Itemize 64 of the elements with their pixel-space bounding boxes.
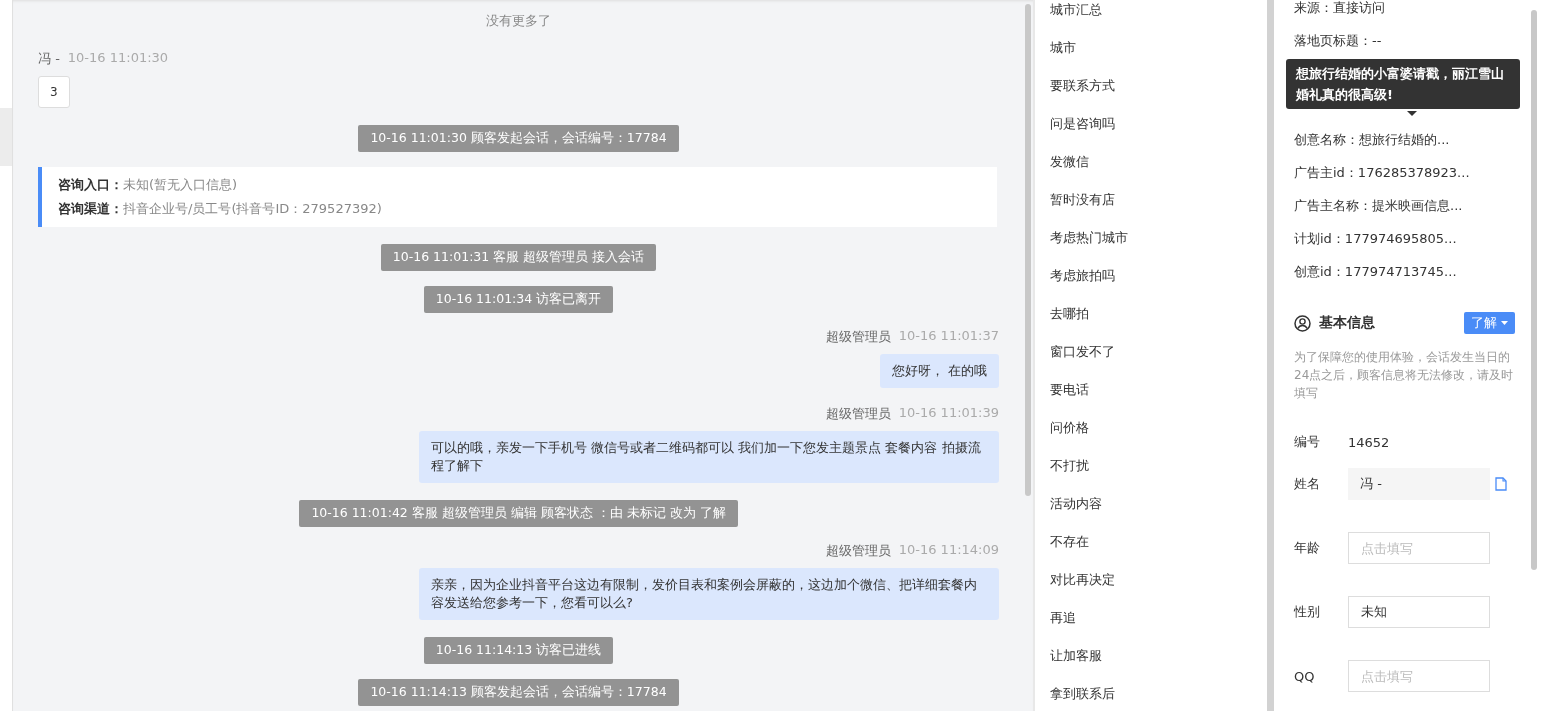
quick-reply-item[interactable]: 不打扰: [1035, 447, 1267, 485]
quick-reply-item[interactable]: 城市汇总: [1035, 0, 1267, 29]
quick-reply-item[interactable]: 窗口发不了: [1035, 333, 1267, 371]
quick-reply-item[interactable]: 城市: [1035, 29, 1267, 67]
quick-reply-item[interactable]: 问是咨询吗: [1035, 105, 1267, 143]
section-title: 基本信息: [1319, 314, 1376, 332]
quick-reply-item[interactable]: 要电话: [1035, 371, 1267, 409]
sender-name: 超级管理员: [825, 405, 891, 423]
system-message: 10-16 11:14:13 顾客发起会话，会话编号：17784: [358, 679, 679, 706]
quick-reply-item[interactable]: 考虑热门城市: [1035, 219, 1267, 257]
system-message: 10-16 11:01:30 顾客发起会话，会话编号：17784: [358, 125, 679, 152]
field-label: 性别: [1294, 603, 1321, 621]
caret-icon: [1501, 321, 1508, 325]
message-time: 10-16 11:01:37: [898, 328, 999, 345]
consult-info-line: 咨询入口：未知(暂无入口信息): [58, 176, 239, 194]
quick-reply-item[interactable]: 再追: [1035, 599, 1267, 637]
quick-reply-item[interactable]: 考虑旅拍吗: [1035, 257, 1267, 295]
system-message: 10-16 11:01:42 客服 超级管理员 编辑 顾客状态 ：由 未标记 改为 了解: [299, 500, 738, 527]
quick-reply-item[interactable]: 拿到联系后: [1035, 675, 1267, 711]
consult-info-line: 咨询渠道：抖音企业号/员工号(抖音号ID：279527392): [58, 200, 383, 218]
quick-reply-item[interactable]: 发微信: [1035, 143, 1267, 181]
quick-reply-item[interactable]: 要联系方式: [1035, 67, 1267, 105]
source-info-line: 广告主名称：提米映画信息...: [1294, 197, 1464, 215]
sender-name: 超级管理员: [825, 542, 891, 560]
copy-icon[interactable]: [1495, 477, 1507, 491]
message-time: 10-16 11:01:30: [67, 50, 169, 67]
quick-reply-item[interactable]: 暂时没有店: [1035, 181, 1267, 219]
quick-reply-item[interactable]: 让加客服: [1035, 637, 1267, 675]
edit-notice: 为了保障您的使用体验，会话发生当日的24点之后，顾客信息将无法修改，请及时填写: [1294, 349, 1515, 402]
field-label: 姓名: [1294, 475, 1321, 493]
quick-reply-item[interactable]: 不存在: [1035, 523, 1267, 561]
agent-message: 您好呀， 在的哦: [879, 354, 999, 388]
quick-reply-item[interactable]: 对比再决定: [1035, 561, 1267, 599]
no-more-notice: 没有更多了: [486, 12, 551, 30]
field-value: 14652: [1348, 434, 1390, 450]
agent-message: 亲亲，因为企业抖音平台这边有限制，发价目表和案例会屏蔽的，这边加个微信、把详细套餐内容发送给您参考一下，您看可以么?: [419, 568, 999, 620]
field-label: 年龄: [1294, 539, 1321, 557]
source-info-line: 计划id：177974695805...: [1294, 230, 1458, 248]
sender-name: 冯 -: [38, 50, 60, 68]
source-info-line: 来源：直接访问: [1294, 0, 1386, 17]
field-label: 编号: [1294, 433, 1321, 451]
input-field[interactable]: 点击填写: [1348, 660, 1490, 692]
tooltip-arrow: [1407, 111, 1417, 116]
system-message: 10-16 11:01:34 访客已离开: [423, 286, 614, 313]
input-field[interactable]: 点击填写: [1348, 532, 1490, 564]
quick-reply-item[interactable]: 问价格: [1035, 409, 1267, 447]
quick-reply-item[interactable]: 活动内容: [1035, 485, 1267, 523]
tooltip: 想旅行结婚的小富婆请戳，丽江雪山婚礼真的很高级!: [1286, 59, 1520, 109]
field-label: QQ: [1294, 668, 1316, 684]
system-message: 10-16 11:14:13 访客已进线: [423, 637, 614, 664]
source-info-line: 落地页标题：--: [1294, 32, 1383, 50]
quick-reply-item[interactable]: 去哪拍: [1035, 295, 1267, 333]
name-field[interactable]: 冯 -: [1348, 468, 1490, 500]
user-circle-icon: [1294, 314, 1311, 332]
message-time: 10-16 11:14:09: [898, 542, 999, 559]
agent-message: 可以的哦，亲发一下手机号 微信号或者二维码都可以 我们加一下您发主题景点 套餐内容 拍摄流程了解下: [419, 431, 999, 483]
visitor-message: 3: [38, 76, 70, 108]
message-time: 10-16 11:01:39: [898, 405, 999, 422]
source-info-line: 创意名称：想旅行结婚的...: [1294, 131, 1451, 149]
input-field[interactable]: 未知: [1348, 596, 1490, 628]
system-message: 10-16 11:01:31 客服 超级管理员 接入会话: [380, 244, 657, 271]
source-info-line: 创意id：177974713745...: [1294, 263, 1458, 281]
sender-name: 超级管理员: [825, 328, 891, 346]
source-info-line: 广告主id：176285378923...: [1294, 164, 1471, 182]
